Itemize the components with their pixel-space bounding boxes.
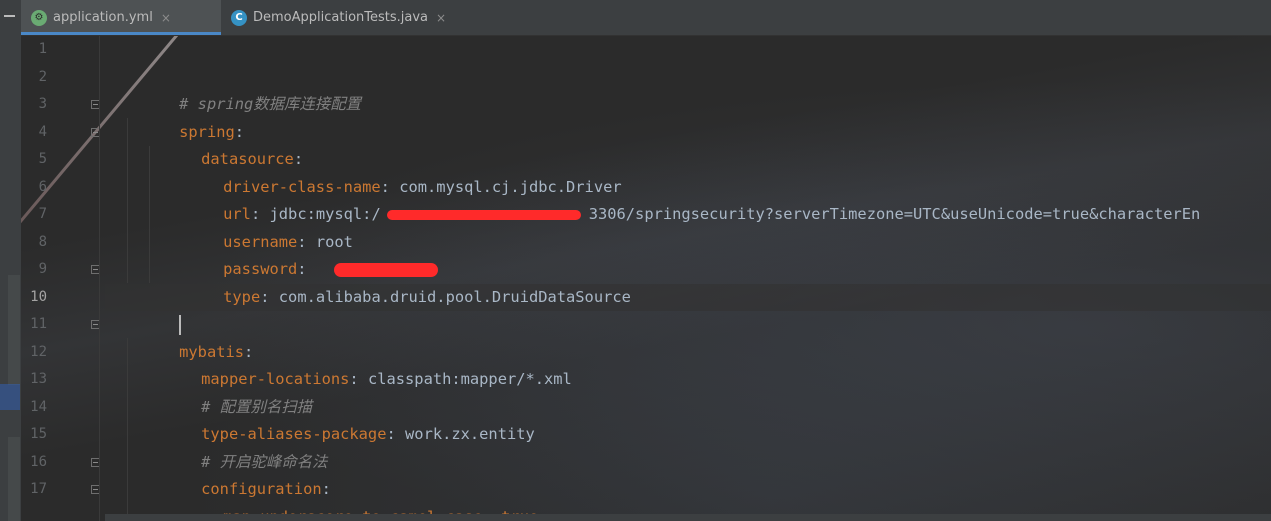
tab-application-yml[interactable]: ⚙ application.yml × [21,0,221,35]
code-line: type: com.alibaba.druid.pool.DruidDataSo… [149,256,631,306]
code-line: # 开启驼峰命名法 [127,421,327,471]
project-tool-strip [0,0,22,521]
code-line: driver-class-name: com.mysql.cj.jdbc.Dri… [149,146,621,196]
tab-label: DemoApplicationTests.java [253,10,429,25]
tab-label: application.yml [53,10,153,25]
code-editor[interactable]: 1 2 3 4 5 6 7 8 9 10 11 12 13 14 15 16 1… [21,36,1271,521]
line-number: 8 [38,233,47,250]
close-icon[interactable]: × [436,11,446,25]
yaml-value: classpath:mapper/*.xml [367,370,572,388]
line-number: 15 [30,426,47,442]
java-class-icon: C [231,9,247,26]
editor-tab-bar: ⚙ application.yml × C DemoApplicationTes… [21,0,1271,36]
line-number-gutter: 1 2 3 4 5 6 7 8 9 10 11 12 13 14 15 16 1… [21,36,100,521]
line-number: 4 [38,123,47,140]
line-number: 5 [38,151,47,167]
line-number: 9 [38,261,47,277]
code-line: username: root [149,201,353,251]
code-line: spring: [105,91,244,141]
yaml-colon: : [386,425,396,443]
code-line: type-aliases-package: work.zx.entity [127,394,535,443]
line-number: 11 [30,316,47,332]
code-line: mapper-locations: classpath:mapper/*.xml [127,339,572,388]
ide-window: ⚙ application.yml × C DemoApplicationTes… [0,0,1271,521]
tab-demo-application-tests[interactable]: C DemoApplicationTests.java × [221,0,511,35]
line-number: 17 [30,481,47,497]
code-line: datasource: [127,119,303,168]
line-number: 14 [30,398,47,415]
line-number: 3 [38,96,47,112]
code-line: configuration: [127,449,331,498]
yaml-value: 3306/springsecurity?serverTimezone=UTC&u… [588,205,1201,223]
close-icon[interactable]: × [161,11,171,25]
yaml-value: work.zx.entity [405,425,535,443]
collapse-panel-button[interactable] [4,15,15,17]
yaml-colon: : [349,370,359,388]
line-number: 12 [30,343,47,360]
tool-strip-segment [8,437,20,521]
tool-strip-selection [0,384,20,410]
code-line: # spring数据库连接配置 [105,64,361,113]
line-number: 2 [38,68,47,85]
code-line: # 配置别名扫描 [127,366,312,416]
code-line: mybatis: [105,311,253,361]
gutter-divider [99,36,100,521]
yaml-colon: : [260,287,270,306]
horizontal-scrollbar[interactable] [105,514,1271,521]
line-number: 16 [30,453,47,470]
spring-leaf-icon: ⚙ [31,9,47,26]
current-line-number: 10 [30,288,47,305]
code-line: url: jdbc:mysql:/3306/springsecurity?ser… [149,174,1200,223]
line-number: 13 [30,371,47,387]
code-line: password: [149,229,438,278]
line-number: 6 [38,178,47,195]
yaml-value: com.alibaba.druid.pool.DruidDataSource [278,287,631,306]
yaml-key: type [223,287,261,306]
redaction-mark [386,209,581,220]
line-number: 7 [38,206,47,222]
tool-strip-segment [8,275,20,385]
code-line-current [105,284,182,335]
code-line: map-underscore-to-camel-case: true [149,476,538,521]
line-number: 1 [38,41,47,57]
